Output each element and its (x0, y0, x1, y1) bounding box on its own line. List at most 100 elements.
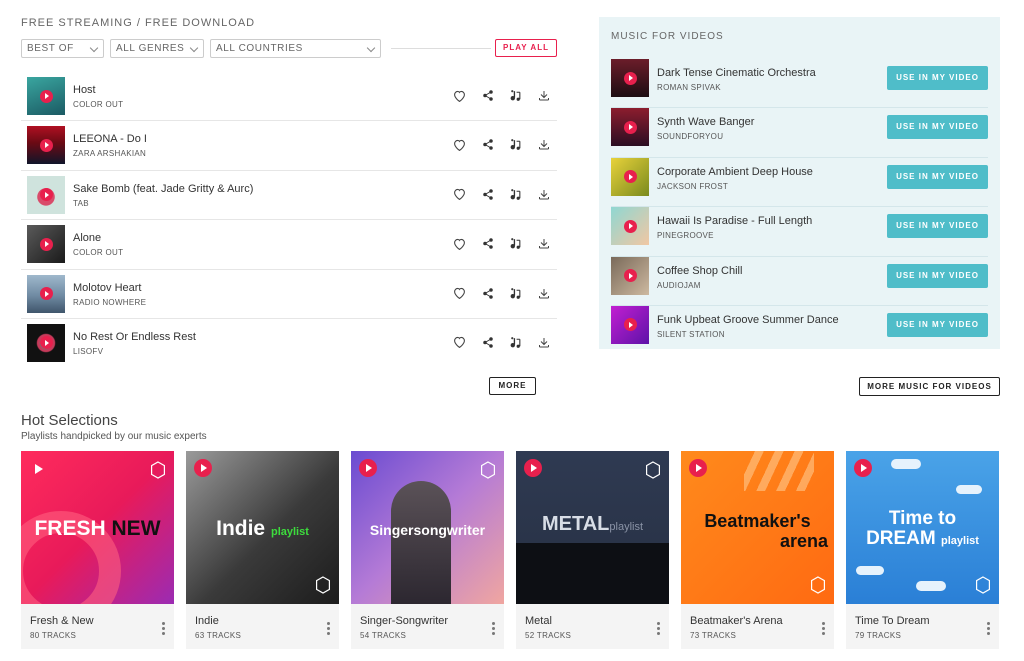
sort-select[interactable]: BEST OF (21, 39, 104, 58)
share-icon[interactable] (480, 187, 495, 202)
play-icon[interactable] (623, 318, 637, 332)
play-icon[interactable] (35, 464, 43, 474)
play-icon[interactable] (854, 459, 872, 477)
playlist-add-icon[interactable] (508, 236, 523, 251)
play-icon[interactable] (194, 459, 212, 477)
heart-icon[interactable] (452, 286, 467, 301)
playlist-title[interactable]: Indie (195, 615, 219, 627)
play-icon[interactable] (359, 459, 377, 477)
playlist-card[interactable]: Beatmaker's arena Beatmaker's Arena 73 TR… (681, 451, 834, 649)
play-icon[interactable] (39, 188, 53, 202)
track-cover[interactable] (611, 305, 649, 344)
heart-icon[interactable] (452, 88, 467, 103)
more-music-for-videos-button[interactable]: MORE MUSIC FOR VIDEOS (859, 377, 1000, 396)
download-icon[interactable] (536, 88, 551, 103)
play-icon[interactable] (524, 459, 542, 477)
track-row[interactable]: No Rest Or Endless Rest LISOFV (21, 319, 557, 368)
play-icon[interactable] (623, 170, 637, 184)
track-artist[interactable]: AUDIOJAM (657, 281, 701, 290)
more-vertical-icon[interactable] (492, 622, 495, 635)
use-in-video-button[interactable]: USE IN MY VIDEO (887, 115, 988, 140)
track-cover[interactable] (27, 225, 65, 264)
video-track-row[interactable]: Dark Tense Cinematic Orchestra ROMAN SPI… (611, 59, 988, 109)
playlist-title[interactable]: Fresh & New (30, 615, 94, 627)
more-vertical-icon[interactable] (162, 622, 165, 635)
play-icon[interactable] (623, 269, 637, 283)
more-vertical-icon[interactable] (327, 622, 330, 635)
playlist-cover[interactable]: Singersongwriter (351, 451, 504, 604)
track-title[interactable]: Synth Wave Banger (657, 116, 754, 128)
playlist-cover[interactable]: Time to DREAM playlist (846, 451, 999, 604)
playlist-cover[interactable]: FRESH NEW (21, 451, 174, 604)
track-artist[interactable]: ROMAN SPIVAK (657, 83, 721, 92)
track-artist[interactable]: SOUNDFORYOU (657, 132, 723, 141)
track-cover[interactable] (611, 59, 649, 97)
playlist-add-icon[interactable] (508, 286, 523, 301)
video-track-row[interactable]: Funk Upbeat Groove Summer Dance SILENT S… (611, 305, 988, 355)
use-in-video-button[interactable]: USE IN MY VIDEO (887, 312, 988, 337)
play-icon[interactable] (39, 287, 53, 301)
share-icon[interactable] (480, 236, 495, 251)
playlist-card[interactable]: Singersongwriter Singer-Songwriter 54 TR… (351, 451, 504, 649)
share-icon[interactable] (480, 137, 495, 152)
track-row[interactable]: Host COLOR OUT (21, 72, 557, 122)
heart-icon[interactable] (452, 335, 467, 350)
track-cover[interactable] (27, 77, 65, 115)
track-artist[interactable]: ZARA ARSHAKIAN (73, 149, 146, 158)
track-artist[interactable]: JACKSON FROST (657, 182, 728, 191)
play-icon[interactable] (689, 459, 707, 477)
download-icon[interactable] (536, 137, 551, 152)
playlist-card[interactable]: METALplaylist Metal 52 TRACKS (516, 451, 669, 649)
track-title[interactable]: Molotov Heart (73, 282, 141, 294)
download-icon[interactable] (536, 236, 551, 251)
play-icon[interactable] (623, 120, 637, 134)
track-row[interactable]: LEEONA - Do I ZARA ARSHAKIAN (21, 121, 557, 171)
playlist-cover[interactable]: METALplaylist (516, 451, 669, 604)
track-cover[interactable] (611, 256, 649, 295)
playlist-add-icon[interactable] (508, 335, 523, 350)
track-row[interactable]: Alone COLOR OUT (21, 220, 557, 270)
track-title[interactable]: Funk Upbeat Groove Summer Dance (657, 314, 839, 326)
playlist-card[interactable]: Time to DREAM playlist Time To Dream 79 T… (846, 451, 999, 649)
video-track-row[interactable]: Hawaii Is Paradise - Full Length PINEGRO… (611, 207, 988, 257)
playlist-title[interactable]: Metal (525, 615, 552, 627)
playlist-cover[interactable]: Indie playlist (186, 451, 339, 604)
video-track-row[interactable]: Synth Wave Banger SOUNDFORYOU USE IN MY … (611, 108, 988, 158)
track-artist[interactable]: PINEGROOVE (657, 231, 714, 240)
download-icon[interactable] (536, 335, 551, 350)
track-cover[interactable] (27, 323, 65, 362)
playlist-title[interactable]: Singer-Songwriter (360, 615, 448, 627)
track-title[interactable]: Coffee Shop Chill (657, 265, 742, 277)
track-cover[interactable] (611, 108, 649, 147)
more-vertical-icon[interactable] (987, 622, 990, 635)
track-cover[interactable] (27, 126, 65, 165)
track-title[interactable]: Sake Bomb (feat. Jade Gritty & Aurc) (73, 183, 253, 195)
playlist-add-icon[interactable] (508, 88, 523, 103)
play-icon[interactable] (623, 71, 637, 85)
track-title[interactable]: Dark Tense Cinematic Orchestra (657, 67, 816, 79)
more-button[interactable]: MORE (489, 377, 536, 395)
download-icon[interactable] (536, 286, 551, 301)
track-artist[interactable]: SILENT STATION (657, 330, 725, 339)
playlist-card[interactable]: Indie playlist Indie 63 TRACKS (186, 451, 339, 649)
heart-icon[interactable] (452, 236, 467, 251)
more-vertical-icon[interactable] (657, 622, 660, 635)
track-title[interactable]: No Rest Or Endless Rest (73, 331, 196, 343)
heart-icon[interactable] (452, 187, 467, 202)
track-artist[interactable]: COLOR OUT (73, 248, 123, 257)
playlist-add-icon[interactable] (508, 137, 523, 152)
playlist-title[interactable]: Time To Dream (855, 615, 930, 627)
track-title[interactable]: Host (73, 84, 96, 96)
share-icon[interactable] (480, 88, 495, 103)
track-row[interactable]: Molotov Heart RADIO NOWHERE (21, 270, 557, 319)
track-cover[interactable] (27, 175, 65, 214)
genre-select[interactable]: ALL GENRES (110, 39, 204, 58)
heart-icon[interactable] (452, 137, 467, 152)
download-icon[interactable] (536, 187, 551, 202)
track-title[interactable]: Alone (73, 232, 101, 244)
share-icon[interactable] (480, 335, 495, 350)
more-vertical-icon[interactable] (822, 622, 825, 635)
play-icon[interactable] (39, 89, 53, 103)
play-all-button[interactable]: PLAY ALL (495, 39, 557, 57)
use-in-video-button[interactable]: USE IN MY VIDEO (887, 66, 988, 90)
